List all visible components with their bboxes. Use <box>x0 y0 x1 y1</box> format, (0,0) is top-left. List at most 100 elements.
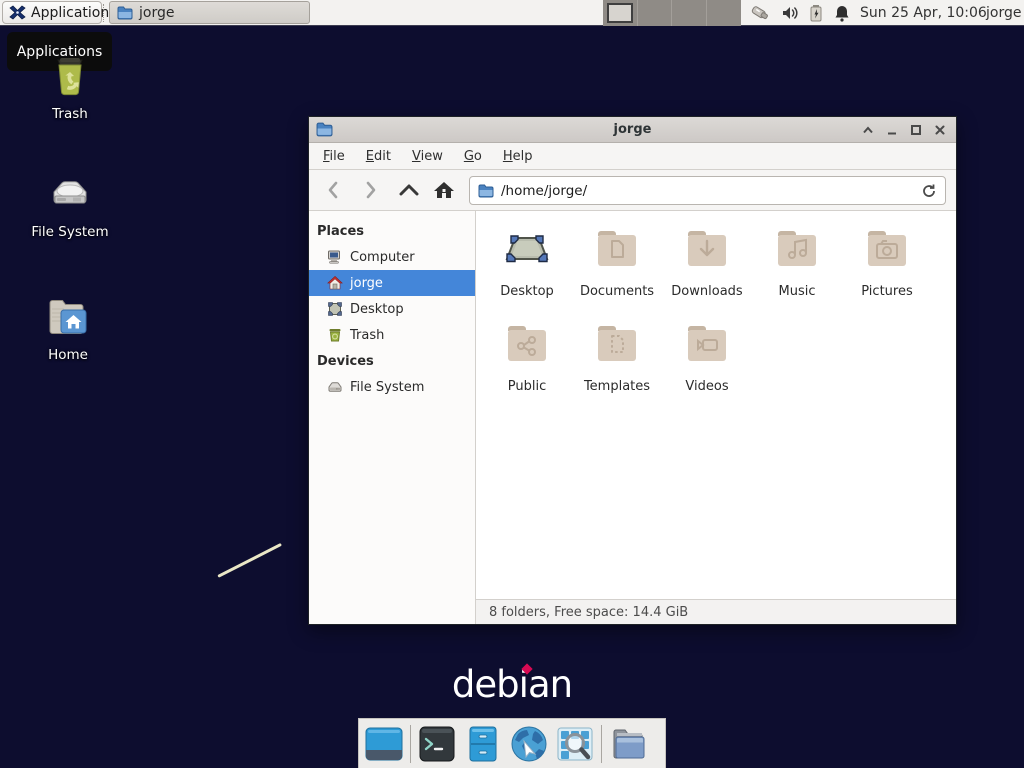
show-desktop-icon[interactable] <box>364 724 404 764</box>
devices-header: Devices <box>309 348 475 374</box>
desktop-icon-filesystem[interactable]: File System <box>22 170 118 240</box>
sidebar-item-label: Trash <box>350 328 384 343</box>
file-grid: Desktop Documents <box>476 211 956 599</box>
workspace-4[interactable] <box>707 0 742 26</box>
pointer-trail-line <box>217 543 282 578</box>
downloads-folder-icon <box>683 225 731 273</box>
taskbar-folder-icon <box>117 6 133 20</box>
workspace-pager <box>603 0 741 26</box>
sidebar-item-label: Computer <box>350 250 415 265</box>
applications-menu-button[interactable]: Applications <box>2 1 102 24</box>
trash-small-icon <box>327 327 343 343</box>
folder-label: Public <box>508 379 546 394</box>
sidebar-item-trash[interactable]: Trash <box>309 322 475 348</box>
file-manager-window: jorge File Edit View Go Help <box>308 116 957 625</box>
taskbar-window-label: jorge <box>139 5 174 21</box>
panel-clock[interactable]: Sun 25 Apr, 10:06 <box>860 0 987 26</box>
sidebar-item-label: File System <box>350 380 424 395</box>
desktop-icon-home[interactable]: Home <box>20 293 116 363</box>
music-folder-icon <box>773 225 821 273</box>
sidebar-item-label: jorge <box>350 276 383 291</box>
minimize-button[interactable] <box>884 122 900 138</box>
folder-label: Downloads <box>671 284 742 299</box>
path-bar[interactable] <box>469 176 946 205</box>
sidebar-item-label: Desktop <box>350 302 404 317</box>
path-folder-icon <box>478 184 494 198</box>
workspace-3[interactable] <box>672 0 707 26</box>
menu-go[interactable]: Go <box>464 149 482 164</box>
drive-small-icon <box>327 379 343 395</box>
web-browser-icon[interactable] <box>509 724 549 764</box>
path-input[interactable] <box>501 183 914 199</box>
toolbar <box>309 170 956 211</box>
sidebar: Places Computer <box>309 211 476 624</box>
terminal-icon[interactable] <box>417 724 457 764</box>
menu-view[interactable]: View <box>412 149 443 164</box>
sidebar-item-desktop[interactable]: Desktop <box>309 296 475 322</box>
forward-button[interactable] <box>357 176 385 204</box>
videos-folder-icon <box>683 320 731 368</box>
up-button[interactable] <box>395 176 423 204</box>
workspace-1[interactable] <box>603 0 638 26</box>
back-button[interactable] <box>319 176 347 204</box>
folder-music[interactable]: Music <box>752 225 842 320</box>
debian-logo: debian <box>0 663 1024 706</box>
panel-handle <box>103 4 107 22</box>
folder-pictures[interactable]: Pictures <box>842 225 932 320</box>
workspace-2[interactable] <box>638 0 673 26</box>
app-finder-icon[interactable] <box>555 724 595 764</box>
maximize-button[interactable] <box>908 122 924 138</box>
folder-label: Videos <box>685 379 728 394</box>
titlebar[interactable]: jorge <box>309 117 956 143</box>
folder-videos[interactable]: Videos <box>662 320 752 415</box>
menu-edit[interactable]: Edit <box>366 149 391 164</box>
top-panel: Applications jorge <box>0 0 1024 26</box>
user-menu[interactable]: jorge <box>986 0 1021 26</box>
pictures-folder-icon <box>863 225 911 273</box>
places-header: Places <box>309 218 475 244</box>
folder-label: Templates <box>584 379 650 394</box>
documents-folder-icon <box>593 225 641 273</box>
computer-icon <box>327 249 343 265</box>
xfce-applications-icon <box>9 4 26 21</box>
folder-public[interactable]: Public <box>482 320 572 415</box>
home-icon <box>327 275 343 291</box>
battery-icon[interactable] <box>808 3 828 23</box>
folder-label: Pictures <box>861 284 912 299</box>
sidebar-item-jorge[interactable]: jorge <box>309 270 475 296</box>
home-folder-icon <box>44 293 92 341</box>
window-title: jorge <box>309 122 956 137</box>
notification-bell-icon[interactable] <box>833 3 853 23</box>
desktop-icon-label: Home <box>48 347 88 363</box>
dock-folder-icon[interactable] <box>608 724 648 764</box>
trash-icon <box>46 52 94 100</box>
hard-drive-icon <box>46 170 94 218</box>
statusbar: 8 folders, Free space: 14.4 GiB <box>476 599 956 624</box>
file-manager-icon[interactable] <box>463 724 503 764</box>
sidebar-item-filesystem[interactable]: File System <box>309 374 475 400</box>
dock-separator <box>601 725 602 763</box>
folder-label: Music <box>779 284 816 299</box>
close-button[interactable] <box>932 122 948 138</box>
desktop-icon-trash[interactable]: Trash <box>22 52 118 122</box>
menu-help[interactable]: Help <box>503 149 533 164</box>
taskbar-window-button[interactable]: jorge <box>109 1 310 24</box>
folder-label: Documents <box>580 284 654 299</box>
folder-templates[interactable]: Templates <box>572 320 662 415</box>
dock-separator <box>410 725 411 763</box>
folder-label: Desktop <box>500 284 554 299</box>
folder-downloads[interactable]: Downloads <box>662 225 752 320</box>
volume-icon[interactable] <box>780 3 800 23</box>
folder-documents[interactable]: Documents <box>572 225 662 320</box>
dock <box>358 718 666 768</box>
refresh-icon[interactable] <box>921 183 937 199</box>
status-text: 8 folders, Free space: 14.4 GiB <box>489 605 688 620</box>
home-button[interactable] <box>430 176 458 204</box>
folder-desktop[interactable]: Desktop <box>482 225 572 320</box>
removable-drive-icon[interactable] <box>749 3 769 23</box>
sidebar-item-computer[interactable]: Computer <box>309 244 475 270</box>
public-folder-icon <box>503 320 551 368</box>
menubar: File Edit View Go Help <box>309 143 956 170</box>
shade-button[interactable] <box>860 122 876 138</box>
menu-file[interactable]: File <box>323 149 345 164</box>
